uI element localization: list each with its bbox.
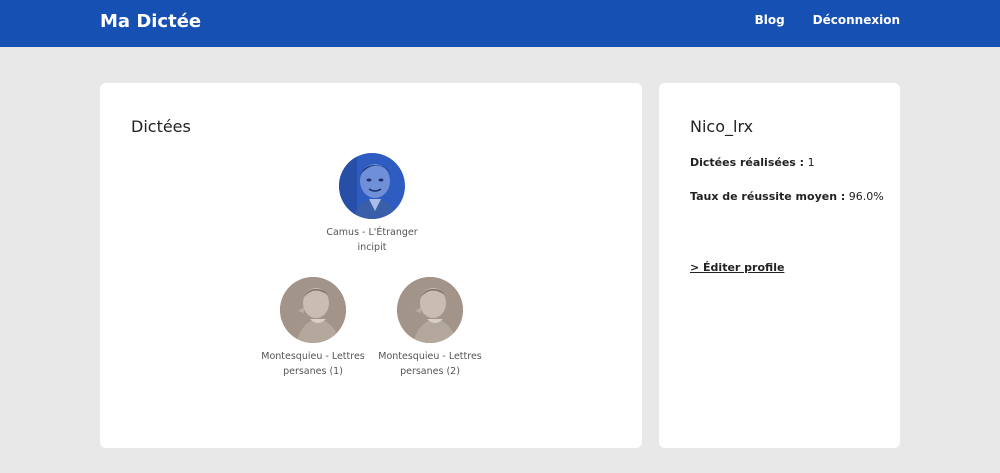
dictee-item-montesquieu-2[interactable]: Montesquieu - Lettres persanes (2)	[370, 277, 490, 379]
top-navbar: Ma Dictée Blog Déconnexion	[0, 0, 1000, 47]
dictee-label[interactable]: Montesquieu - Lettres persanes (2)	[370, 349, 490, 379]
profile-card: Nico_lrx Dictées réalisées : 1 Taux de r…	[659, 83, 900, 448]
edit-profile-link[interactable]: > Éditer profile	[690, 261, 784, 274]
dictee-label[interactable]: Camus - L'Étranger incipit	[312, 225, 432, 255]
dictee-item-montesquieu-1[interactable]: Montesquieu - Lettres persanes (1)	[253, 277, 373, 379]
montesquieu-portrait-icon[interactable]	[397, 277, 463, 343]
dictees-title: Dictées	[131, 117, 191, 136]
stat-label: Taux de réussite moyen :	[690, 190, 846, 203]
nav-logout-link[interactable]: Déconnexion	[813, 13, 900, 27]
nav-blog-link[interactable]: Blog	[755, 13, 785, 27]
dictees-card: Dictées Camus - L'Étranger incipit Monte…	[100, 83, 642, 448]
dictee-item-camus[interactable]: Camus - L'Étranger incipit	[312, 153, 432, 255]
brand-logo[interactable]: Ma Dictée	[100, 11, 201, 32]
stat-dictees-done: Dictées réalisées : 1	[690, 156, 815, 169]
profile-username: Nico_lrx	[690, 117, 754, 136]
stat-value: 1	[807, 156, 815, 169]
stat-value: 96.0%	[848, 190, 884, 203]
stat-success-rate: Taux de réussite moyen : 96.0%	[690, 190, 884, 203]
montesquieu-portrait-icon[interactable]	[280, 277, 346, 343]
nav-links: Blog Déconnexion	[755, 13, 900, 27]
stat-label: Dictées réalisées :	[690, 156, 805, 169]
dictee-label[interactable]: Montesquieu - Lettres persanes (1)	[253, 349, 373, 379]
camus-portrait-icon[interactable]	[339, 153, 405, 219]
